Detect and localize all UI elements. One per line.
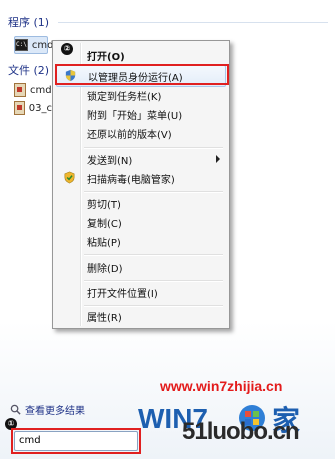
document-icon [14, 83, 26, 97]
menu-item-paste[interactable]: 粘贴(P) [56, 231, 226, 251]
annotation-search-box [11, 428, 141, 454]
result-program-cmd[interactable]: C:\ cmd [14, 36, 53, 54]
submenu-arrow-icon [216, 155, 220, 163]
menu-item-label: 锁定到任务栏(K) [87, 91, 162, 103]
menu-item-label: 删除(D) [87, 263, 123, 275]
files-group-header: 文件 (2) [8, 64, 50, 77]
result-file-cmd[interactable]: cmd [14, 82, 52, 98]
cmd-icon: C:\ [15, 39, 28, 51]
menu-item-label: 打开文件位置(I) [87, 288, 158, 300]
menu-item-scan-virus[interactable]: 扫描病毒(电脑管家) [56, 168, 226, 188]
antivirus-shield-icon [64, 171, 75, 184]
result-label: 03_c [28, 102, 52, 114]
annotation-highlight-box [55, 64, 229, 85]
menu-item-label: 剪切(T) [87, 199, 121, 211]
menu-item-label: 还原以前的版本(V) [87, 129, 172, 141]
menu-item-label: 打开(O) [87, 51, 125, 63]
menu-item-copy[interactable]: 复制(C) [56, 212, 226, 232]
menu-item-label: 复制(C) [87, 218, 122, 230]
menu-item-properties[interactable]: 属性(R) [56, 306, 226, 326]
see-more-results-link[interactable]: 查看更多结果 [10, 402, 85, 417]
menu-item-open-file-location[interactable]: 打开文件位置(I) [56, 282, 226, 302]
menu-separator [84, 254, 223, 256]
annotation-step-2: ② [61, 43, 73, 55]
menu-item-label: 发送到(N) [87, 155, 133, 167]
watermark-url: www.win7zhijia.cn [160, 378, 283, 394]
start-menu-search-panel: 程序 (1) C:\ cmd 文件 (2) cmd 03_c 打开(O) 以管理… [0, 0, 335, 459]
menu-item-open[interactable]: 打开(O) [56, 45, 226, 65]
menu-item-cut[interactable]: 剪切(T) [56, 193, 226, 213]
search-icon [10, 404, 21, 415]
menu-item-pin-taskbar[interactable]: 锁定到任务栏(K) [56, 85, 226, 105]
menu-item-delete[interactable]: 删除(D) [56, 257, 226, 277]
group-divider [58, 22, 328, 23]
result-file-03[interactable]: 03_c [14, 100, 52, 116]
menu-item-restore-versions[interactable]: 还原以前的版本(V) [56, 123, 226, 143]
result-label: cmd [31, 39, 54, 51]
menu-item-send-to[interactable]: 发送到(N) [56, 149, 226, 169]
menu-item-label: 扫描病毒(电脑管家) [87, 174, 175, 186]
menu-item-label: 属性(R) [87, 312, 122, 324]
menu-item-label: 粘贴(P) [87, 237, 121, 249]
see-more-label: 查看更多结果 [25, 406, 85, 417]
menu-item-label: 附到「开始」菜单(U) [87, 110, 183, 122]
programs-group-header: 程序 (1) [8, 16, 50, 29]
document-icon [14, 101, 25, 115]
result-label: cmd [30, 84, 52, 96]
watermark-site: 51luobo.cn [182, 418, 300, 445]
menu-item-pin-start[interactable]: 附到「开始」菜单(U) [56, 104, 226, 124]
